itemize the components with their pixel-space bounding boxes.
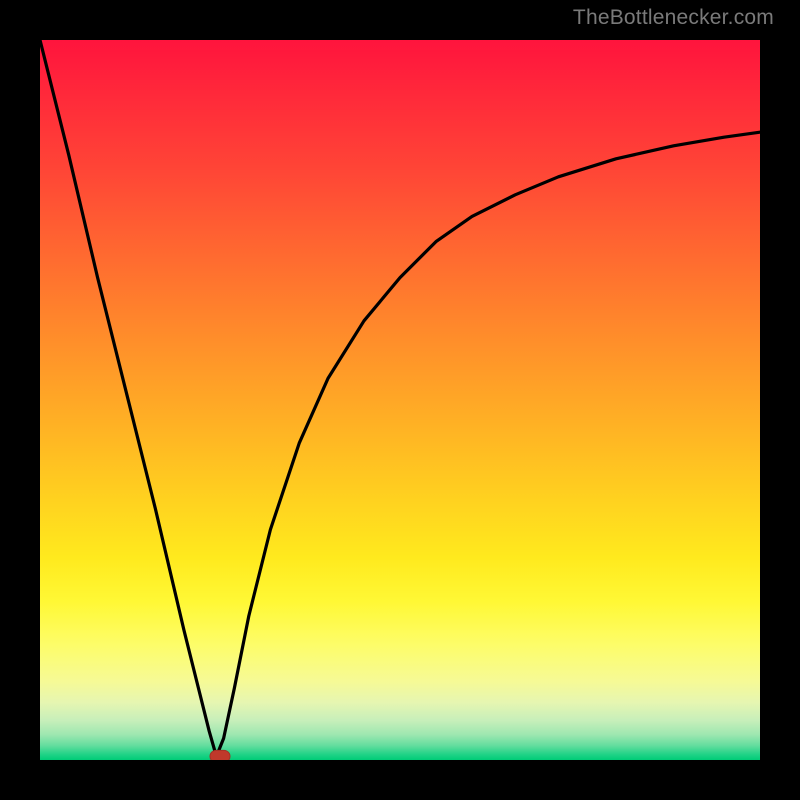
curve-layer — [40, 40, 760, 760]
credit-text: TheBottlenecker.com — [573, 6, 774, 30]
plot-area — [40, 40, 760, 760]
minimum-marker — [210, 750, 230, 760]
bottleneck-curve — [40, 40, 760, 756]
chart-frame: TheBottlenecker.com — [0, 0, 800, 800]
